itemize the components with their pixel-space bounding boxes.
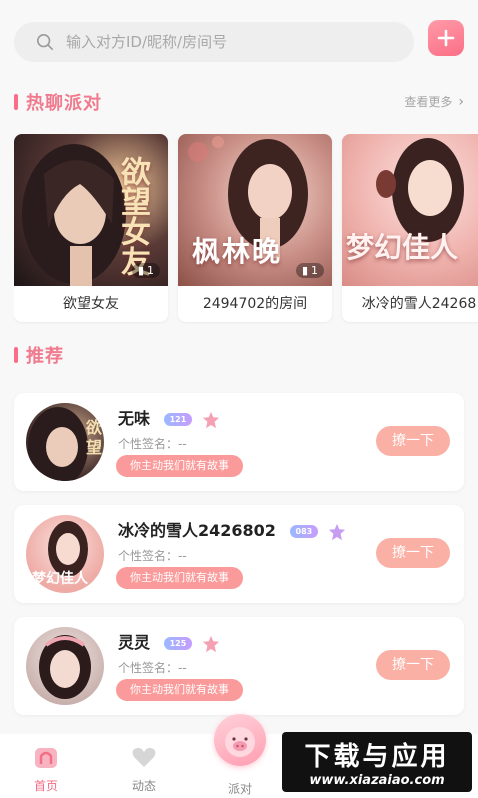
user-name-row: 无味 121 xyxy=(118,405,220,429)
search-row xyxy=(14,18,464,64)
cover-title: 枫林晚 xyxy=(192,235,283,268)
medal-icon xyxy=(202,411,219,428)
home-icon xyxy=(35,748,57,768)
party-cover: 梦幻佳人 xyxy=(342,134,478,286)
signal-icon: ▮ xyxy=(137,264,144,277)
tab-party[interactable]: 派对 xyxy=(210,780,270,797)
medal-icon xyxy=(328,523,345,540)
level-badge: 125 xyxy=(163,637,193,650)
tab-home[interactable]: 首页 xyxy=(16,744,76,794)
party-cover: 欲望女友 ▮ 1 xyxy=(14,134,168,286)
user-name: 无味 xyxy=(118,409,151,428)
chevron-right-icon: › xyxy=(458,93,464,110)
svg-text:欲: 欲 xyxy=(85,418,102,437)
section-marker xyxy=(14,94,18,110)
party-online-count: ▮ 1 xyxy=(295,263,324,278)
user-name: 冰冷的雪人2426802 xyxy=(118,521,276,540)
avatar[interactable]: 欲 望 xyxy=(26,403,104,481)
signal-icon: ▮ xyxy=(301,264,308,277)
hot-party-header: 热聊派对 查看更多 › xyxy=(14,89,464,115)
tab-moments-label: 动态 xyxy=(131,779,156,793)
create-room-button[interactable] xyxy=(428,20,464,56)
app-root: 热聊派对 查看更多 › 欲望女友 ▮1 欲望女友 xyxy=(0,0,478,798)
watermark-title: 下载与应用 xyxy=(304,742,450,772)
level-badge: 121 xyxy=(163,413,193,426)
heart-icon xyxy=(132,747,156,767)
flirt-button[interactable]: 撩一下 xyxy=(376,426,450,456)
user-name: 灵灵 xyxy=(118,633,151,652)
signature: 个性签名：-- xyxy=(118,549,187,563)
user-name-row: 灵灵 125 xyxy=(118,629,220,653)
plus-icon xyxy=(437,29,455,47)
search-icon xyxy=(36,33,54,51)
avatar[interactable] xyxy=(26,627,104,705)
status-tag: 你主动我们就有故事 xyxy=(116,455,243,477)
medal-icon xyxy=(202,635,219,652)
party-name: 2494702的房间 xyxy=(202,296,308,312)
avatar-portrait xyxy=(39,635,91,699)
party-list: 欲望女友 ▮ 1 欲望女友 枫林晚 ▮ 1 2494702的房间 梦幻佳人 冰冷… xyxy=(14,134,478,324)
hot-party-title: 热聊派对 xyxy=(26,93,102,114)
avatar[interactable]: 梦幻佳人 xyxy=(26,515,104,593)
party-card[interactable]: 枫林晚 ▮ 1 2494702的房间 xyxy=(178,134,332,322)
watermark-logo: 下载与应用 www.xiazaiao.com xyxy=(282,732,472,792)
tab-moments[interactable]: 动态 xyxy=(114,744,174,794)
recommend-title: 推荐 xyxy=(26,346,64,367)
recommend-item[interactable]: 梦幻佳人 冰冷的雪人2426802 083 个性签名：-- 你主动我们就有故事 … xyxy=(14,505,464,603)
recommend-item[interactable]: 欲 望 无味 121 个性签名：-- 你主动我们就有故事 撩一下 xyxy=(14,393,464,491)
cover-title: 梦幻佳人 xyxy=(346,231,459,264)
status-tag: 你主动我们就有故事 xyxy=(116,679,243,701)
svg-text:梦幻佳人: 梦幻佳人 xyxy=(32,570,89,587)
party-cover: 枫林晚 ▮ 1 xyxy=(178,134,332,286)
tab-party-label: 派对 xyxy=(227,782,252,796)
flirt-button[interactable]: 撩一下 xyxy=(376,650,450,680)
flirt-button[interactable]: 撩一下 xyxy=(376,538,450,568)
user-name-row: 冰冷的雪人2426802 083 xyxy=(118,517,346,541)
recommend-item[interactable]: 灵灵 125 个性签名：-- 你主动我们就有故事 撩一下 xyxy=(14,617,464,715)
watermark-url: www.xiazaiao.com xyxy=(309,773,445,788)
avatar-portrait: 欲 望 xyxy=(28,407,102,481)
status-tag: 你主动我们就有故事 xyxy=(116,567,243,589)
level-badge: 083 xyxy=(289,525,319,538)
party-online-count: ▮ 1 xyxy=(131,263,160,278)
avatar-portrait: 梦幻佳人 xyxy=(32,521,89,587)
search-input[interactable] xyxy=(66,33,366,51)
section-marker xyxy=(14,347,18,363)
see-more-label: 查看更多 xyxy=(404,95,453,109)
signature: 个性签名：-- xyxy=(118,437,187,451)
party-name: 冰冷的雪人24268 xyxy=(361,296,477,312)
party-center-button[interactable] xyxy=(214,714,266,766)
svg-text:望: 望 xyxy=(86,438,102,457)
party-name: 欲望女友 xyxy=(63,296,119,312)
search-bar[interactable] xyxy=(14,22,414,62)
signature: 个性签名：-- xyxy=(118,661,187,675)
cover-title: 欲望女友 xyxy=(115,156,150,276)
party-card[interactable]: 欲望女友 ▮ 1 欲望女友 xyxy=(14,134,168,322)
tab-home-label: 首页 xyxy=(33,779,58,793)
pig-icon xyxy=(225,727,255,757)
recommend-header: 推荐 xyxy=(14,342,464,368)
party-card[interactable]: 梦幻佳人 冰冷的雪人24268 xyxy=(342,134,478,322)
see-more-link[interactable]: 查看更多 › xyxy=(404,93,464,110)
bottom-tab-bar: 首页 动态 派对 下载与应用 www.xiazaiao.com xyxy=(0,714,478,798)
